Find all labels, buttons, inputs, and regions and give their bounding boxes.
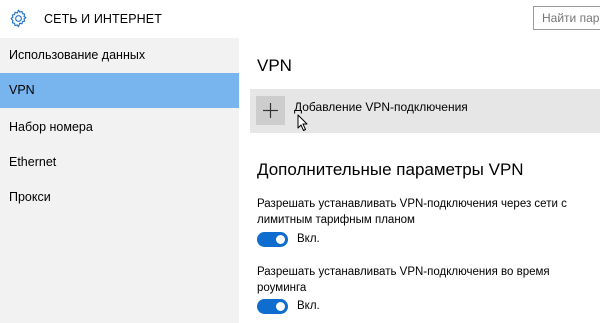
toggle-knob xyxy=(276,302,285,311)
search-input[interactable] xyxy=(533,6,600,30)
sidebar-item-proxy[interactable]: Прокси xyxy=(0,180,239,215)
sidebar-item-data-usage[interactable]: Использование данных xyxy=(0,38,239,73)
sidebar-item-label: Использование данных xyxy=(9,48,146,62)
plus-icon xyxy=(256,96,285,125)
app-title: СЕТЬ И ИНТЕРНЕТ xyxy=(44,12,162,26)
sidebar: Использование данных VPN Набор номера Et… xyxy=(0,38,239,323)
section-title-advanced: Дополнительные параметры VPN xyxy=(257,160,524,179)
main-content: VPN Добавление VPN-подключения Дополните… xyxy=(239,38,600,323)
sidebar-item-label: Ethernet xyxy=(9,155,57,169)
setting-description-roaming: Разрешать устанавливать VPN-подключения … xyxy=(257,266,550,294)
gear-icon xyxy=(10,9,27,28)
header: СЕТЬ И ИНТЕРНЕТ xyxy=(0,0,600,38)
mouse-cursor-icon xyxy=(297,114,308,131)
add-vpn-label: Добавление VPN-подключения xyxy=(294,100,468,114)
sidebar-item-label: Прокси xyxy=(9,190,51,204)
toggle-state-label: Вкл. xyxy=(297,233,320,245)
sidebar-item-label: VPN xyxy=(9,83,35,97)
sidebar-item-dial-up[interactable]: Набор номера xyxy=(0,110,239,145)
setting-description-metered: Разрешать устанавливать VPN-подключения … xyxy=(257,198,567,226)
toggle-metered-vpn[interactable] xyxy=(257,232,288,247)
toggle-knob xyxy=(276,235,285,244)
sidebar-item-label: Набор номера xyxy=(9,120,93,134)
page-title: VPN xyxy=(257,56,292,75)
sidebar-item-ethernet[interactable]: Ethernet xyxy=(0,145,239,180)
add-vpn-button[interactable]: Добавление VPN-подключения xyxy=(250,89,600,133)
sidebar-item-vpn[interactable]: VPN xyxy=(0,73,239,108)
toggle-roaming-vpn[interactable] xyxy=(257,299,288,314)
toggle-state-label: Вкл. xyxy=(297,300,320,312)
